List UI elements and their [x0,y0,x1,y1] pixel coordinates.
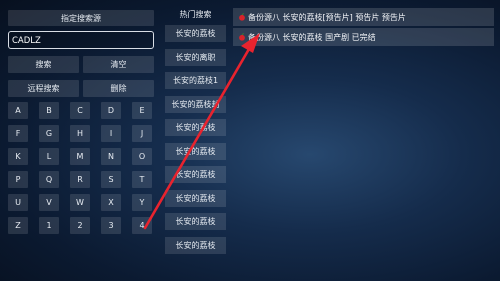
red-arrow-icon [143,33,260,230]
